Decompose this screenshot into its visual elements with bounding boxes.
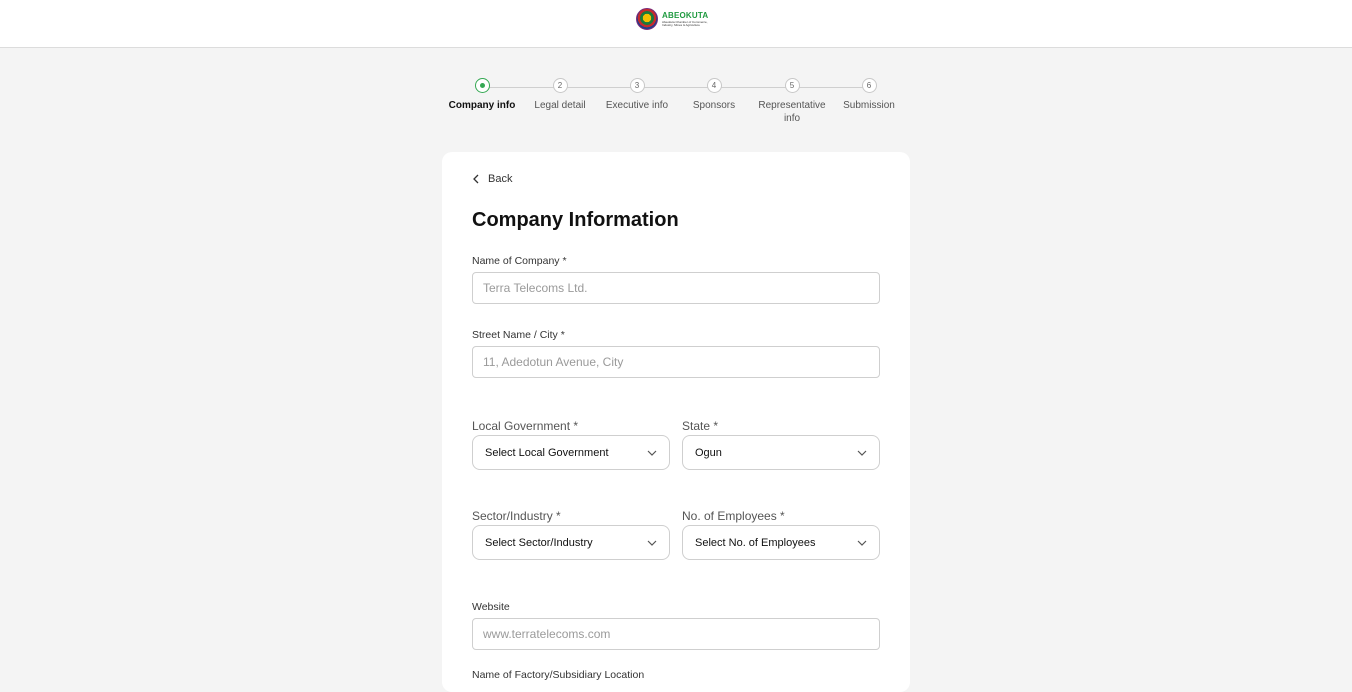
company-name-label: Name of Company * [472, 255, 567, 267]
top-bar: ABEOKUTA Abeokuta Chamber of Commerce, I… [0, 0, 1352, 48]
chevron-down-icon [857, 540, 867, 546]
step-number: 2 [552, 78, 568, 93]
step-legal-detail[interactable]: 2 Legal detail [520, 78, 600, 112]
step-company-info[interactable]: Company info [442, 78, 522, 112]
step-executive-info[interactable]: 3 Executive info [597, 78, 677, 112]
step-submission[interactable]: 6 Submission [829, 78, 909, 112]
state-value: Ogun [695, 446, 722, 459]
website-input[interactable] [472, 618, 880, 650]
step-label: Sponsors [692, 100, 736, 111]
employees-value: Select No. of Employees [695, 536, 816, 549]
step-number: 3 [629, 78, 645, 93]
chevron-down-icon [647, 450, 657, 456]
back-label: Back [488, 173, 513, 185]
local-government-label: Local Government * [472, 419, 579, 433]
state-select[interactable]: Ogun [682, 435, 880, 470]
company-name-input[interactable] [472, 272, 880, 304]
sector-label: Sector/Industry * [472, 509, 561, 523]
chevron-down-icon [647, 540, 657, 546]
logo[interactable]: ABEOKUTA Abeokuta Chamber of Commerce, I… [636, 7, 714, 31]
step-label: Executive info [605, 100, 669, 111]
step-label: Legal detail [534, 100, 586, 111]
chevron-down-icon [857, 450, 867, 456]
progress-stepper: Company info 2 Legal detail 3 Executive … [445, 78, 915, 128]
logo-subtitle: Abeokuta Chamber of Commerce, Industry, … [662, 19, 708, 27]
step-active-indicator-icon [474, 78, 490, 93]
street-label: Street Name / City * [472, 329, 565, 341]
step-label: Representative info [758, 100, 826, 124]
chevron-left-icon [473, 174, 479, 184]
logo-name: ABEOKUTA [662, 10, 709, 20]
sector-value: Select Sector/Industry [485, 536, 593, 549]
step-number: 4 [706, 78, 722, 93]
step-label: Submission [843, 100, 895, 111]
company-info-card: Back Company Information Name of Company… [442, 152, 910, 692]
employees-label: No. of Employees * [682, 509, 785, 523]
step-number: 5 [784, 78, 800, 93]
back-button[interactable]: Back [472, 173, 512, 185]
local-government-value: Select Local Government [485, 446, 609, 459]
sector-select[interactable]: Select Sector/Industry [472, 525, 670, 560]
state-label: State * [682, 419, 719, 433]
step-representative-info[interactable]: 5 Representative info [752, 78, 832, 125]
website-label: Website [472, 601, 510, 613]
step-number: 6 [861, 78, 877, 93]
local-government-select[interactable]: Select Local Government [472, 435, 670, 470]
factory-location-label: Name of Factory/Subsidiary Location [472, 669, 645, 681]
step-label: Company info [448, 100, 516, 111]
step-sponsors[interactable]: 4 Sponsors [674, 78, 754, 112]
employees-select[interactable]: Select No. of Employees [682, 525, 880, 560]
page-title: Company Information [472, 209, 679, 231]
chamber-seal-icon [636, 8, 658, 30]
street-input[interactable] [472, 346, 880, 378]
